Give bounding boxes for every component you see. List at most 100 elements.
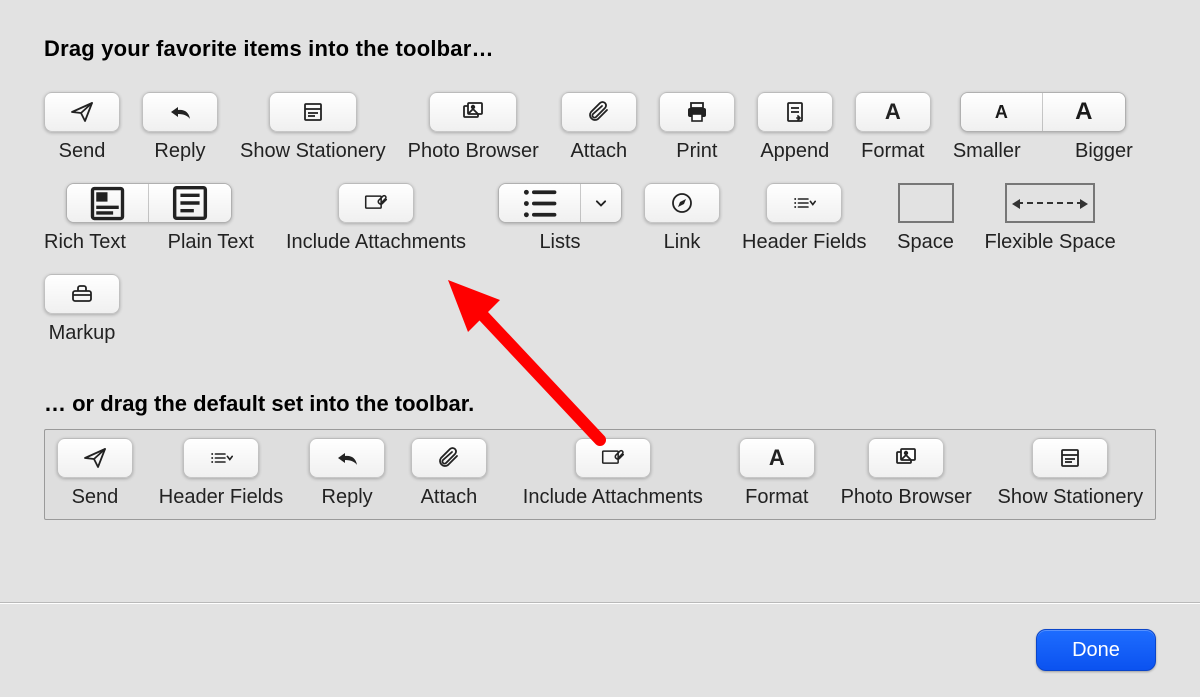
paperclip-icon — [437, 446, 461, 470]
item-markup[interactable]: Markup — [44, 274, 120, 345]
paperclip-icon — [587, 100, 611, 124]
label: Link — [664, 231, 701, 254]
item-show-stationery[interactable]: Show Stationery — [240, 92, 386, 163]
default-include-attachments[interactable]: Include Attachments — [513, 438, 713, 509]
item-rich-plain[interactable]: Rich Text Plain Text — [44, 183, 254, 254]
label: Send — [72, 486, 119, 509]
reply-button[interactable] — [142, 92, 218, 132]
header-fields-button[interactable] — [766, 183, 842, 223]
photos-icon — [894, 446, 918, 470]
item-space[interactable]: Space — [889, 183, 963, 254]
item-reply[interactable]: Reply — [142, 92, 218, 163]
label: Header Fields — [742, 231, 867, 254]
big-a-icon: A — [1075, 98, 1092, 126]
item-lists[interactable]: Lists — [498, 183, 622, 254]
plain-text-button[interactable] — [149, 184, 231, 222]
lists-button[interactable] — [499, 184, 581, 222]
item-include-attachments[interactable]: Include Attachments — [276, 183, 476, 254]
heading-favorites: Drag your favorite items into the toolba… — [44, 36, 1156, 62]
default-header-fields[interactable]: Header Fields — [159, 438, 283, 509]
append-button[interactable] — [757, 92, 833, 132]
format-a-icon: A — [885, 99, 901, 125]
item-flexible-space[interactable]: Flexible Space — [985, 183, 1116, 254]
reply-button[interactable] — [309, 438, 385, 478]
safari-compass-icon — [670, 191, 694, 215]
stationery-icon — [1058, 446, 1082, 470]
label: Header Fields — [159, 486, 284, 509]
photo-browser-button[interactable] — [429, 92, 517, 132]
sheet-footer: Done — [0, 603, 1200, 697]
send-button[interactable] — [57, 438, 133, 478]
send-button[interactable] — [44, 92, 120, 132]
item-append[interactable]: Append — [757, 92, 833, 163]
label: Photo Browser — [408, 140, 539, 163]
default-toolbar-set[interactable]: Send Header Fields Reply Attach Include — [44, 429, 1156, 520]
item-format[interactable]: A Format — [855, 92, 931, 163]
show-stationery-button[interactable] — [1032, 438, 1108, 478]
list-icon — [517, 183, 562, 223]
text-mode-segmented[interactable] — [66, 183, 232, 223]
default-send[interactable]: Send — [57, 438, 133, 509]
label-plain-text: Plain Text — [168, 231, 254, 254]
photos-icon — [461, 100, 485, 124]
printer-icon — [685, 100, 709, 124]
markup-button[interactable] — [44, 274, 120, 314]
label-bigger: Bigger — [1075, 140, 1133, 163]
chevron-down-icon — [591, 193, 611, 213]
format-a-icon: A — [769, 445, 785, 471]
attach-button[interactable] — [411, 438, 487, 478]
reply-arrow-icon — [335, 446, 359, 470]
item-photo-browser[interactable]: Photo Browser — [408, 92, 539, 163]
label: Attach — [570, 140, 627, 163]
include-attachments-button[interactable] — [338, 183, 414, 223]
reply-arrow-icon — [168, 100, 192, 124]
header-fields-button[interactable] — [183, 438, 259, 478]
font-size-segmented[interactable]: A A — [960, 92, 1126, 132]
label: Space — [897, 231, 954, 254]
photo-browser-button[interactable] — [868, 438, 944, 478]
lists-chevron[interactable] — [581, 184, 621, 222]
header-fields-icon — [209, 446, 233, 470]
default-attach[interactable]: Attach — [411, 438, 487, 509]
item-smaller-bigger[interactable]: A A Smaller Bigger — [953, 92, 1133, 163]
header-fields-icon — [792, 191, 816, 215]
include-attachments-icon — [364, 191, 388, 215]
plain-text-icon — [167, 183, 213, 223]
default-reply[interactable]: Reply — [309, 438, 385, 509]
label: Photo Browser — [841, 486, 972, 509]
item-send[interactable]: Send — [44, 92, 120, 163]
paper-plane-icon — [70, 100, 94, 124]
label: Flexible Space — [985, 231, 1116, 254]
include-attachments-button[interactable] — [575, 438, 651, 478]
flex-arrow-icon — [1017, 202, 1083, 204]
flexible-space-placeholder[interactable] — [1005, 183, 1095, 223]
item-print[interactable]: Print — [659, 92, 735, 163]
toolbar-item-palette: Send Reply Show Stationery Photo Browser — [44, 92, 1156, 345]
format-button[interactable]: A — [855, 92, 931, 132]
item-header-fields[interactable]: Header Fields — [742, 183, 867, 254]
rich-text-button[interactable] — [67, 184, 149, 222]
space-placeholder[interactable] — [898, 183, 954, 223]
attach-button[interactable] — [561, 92, 637, 132]
show-stationery-button[interactable] — [269, 92, 357, 132]
format-button[interactable]: A — [739, 438, 815, 478]
include-attachments-icon — [601, 446, 625, 470]
item-attach[interactable]: Attach — [561, 92, 637, 163]
smaller-button[interactable]: A — [961, 93, 1043, 131]
link-button[interactable] — [644, 183, 720, 223]
default-format[interactable]: A Format — [739, 438, 815, 509]
default-show-stationery[interactable]: Show Stationery — [998, 438, 1143, 509]
label: Send — [59, 140, 106, 163]
bigger-button[interactable]: A — [1043, 93, 1125, 131]
default-photo-browser[interactable]: Photo Browser — [841, 438, 972, 509]
done-button[interactable]: Done — [1036, 629, 1156, 671]
label: Include Attachments — [523, 486, 703, 509]
item-link[interactable]: Link — [644, 183, 720, 254]
print-button[interactable] — [659, 92, 735, 132]
customize-toolbar-sheet: Drag your favorite items into the toolba… — [0, 0, 1200, 697]
label: Format — [745, 486, 808, 509]
lists-dropdown[interactable] — [498, 183, 622, 223]
append-icon — [783, 100, 807, 124]
done-label: Done — [1072, 639, 1120, 662]
label: Show Stationery — [998, 486, 1144, 509]
